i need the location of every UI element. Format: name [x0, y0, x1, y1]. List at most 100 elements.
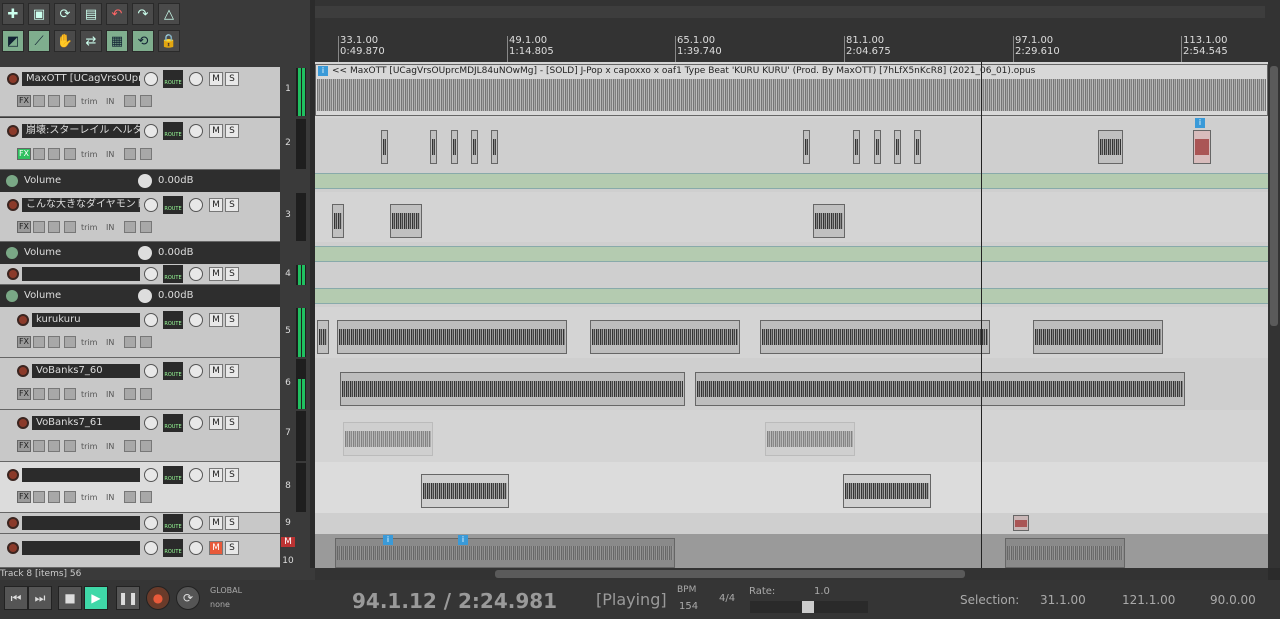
route-button[interactable]: ROUTE	[163, 70, 183, 88]
mute-button[interactable]: M	[209, 541, 223, 555]
audio-item[interactable]	[914, 130, 921, 164]
mute-button[interactable]: M	[209, 516, 223, 530]
input-label[interactable]: IN	[106, 390, 114, 399]
fx-bypass-icon[interactable]	[33, 388, 45, 400]
track-name[interactable]	[22, 541, 140, 555]
rate-slider-thumb[interactable]	[802, 601, 814, 613]
envelope-knob[interactable]	[138, 174, 152, 188]
snap-icon[interactable]: ◩	[2, 30, 24, 52]
track-7[interactable]: VoBanks7_61 ROUTE M S FX trim IN	[0, 410, 280, 462]
pan-knob[interactable]	[189, 516, 203, 530]
mute-button[interactable]: M	[209, 364, 223, 378]
item-info-icon[interactable]: i	[318, 66, 328, 76]
repeat-toggle-icon[interactable]: ⟳	[176, 586, 200, 610]
volume-knob[interactable]	[144, 72, 158, 86]
track-8[interactable]: ROUTE M S FX trim IN	[0, 462, 280, 513]
solo-button[interactable]: S	[225, 541, 239, 555]
envelope-lane-track-2[interactable]	[315, 173, 1268, 189]
solo-button[interactable]: S	[225, 364, 239, 378]
solo-button[interactable]: S	[225, 416, 239, 430]
audio-item[interactable]	[471, 130, 478, 164]
fx-bypass-icon[interactable]	[33, 491, 45, 503]
metronome-icon[interactable]: △	[158, 3, 180, 25]
envelope-mode-icon[interactable]	[64, 491, 76, 503]
solo-button[interactable]: S	[225, 72, 239, 86]
track-name[interactable]	[22, 468, 140, 482]
audio-item[interactable]	[451, 130, 458, 164]
rate-slider[interactable]	[750, 601, 868, 613]
pan-knob[interactable]	[189, 541, 203, 555]
pan-knob[interactable]	[189, 313, 203, 327]
envelope-mode-icon[interactable]	[64, 336, 76, 348]
go-to-end-icon[interactable]: ⏭	[28, 586, 52, 610]
time-signature[interactable]: 4/4	[719, 593, 735, 604]
arrange-view[interactable]: i << MaxOTT [UCagVrsOUprcMDJL84uNOwMg] -…	[315, 62, 1268, 568]
mute-button[interactable]: M	[209, 313, 223, 327]
envelope-mode-icon[interactable]	[64, 148, 76, 160]
track-name[interactable]: VoBanks7_60	[32, 364, 140, 378]
route-button[interactable]: ROUTE	[163, 196, 183, 214]
envelope-knob[interactable]	[138, 246, 152, 260]
vertical-scrollbar[interactable]	[1268, 62, 1280, 568]
route-button[interactable]: ROUTE	[163, 122, 183, 140]
audio-item[interactable]	[803, 130, 810, 164]
pan-knob[interactable]	[189, 72, 203, 86]
input-label[interactable]: IN	[106, 442, 114, 451]
ripple-icon[interactable]: ⟋	[28, 30, 50, 52]
envelope-active-icon[interactable]	[6, 175, 18, 187]
record-arm-button[interactable]	[7, 199, 19, 211]
audio-item[interactable]	[590, 320, 740, 354]
audio-item[interactable]	[695, 372, 1185, 406]
input-arrow-icon[interactable]	[124, 221, 136, 233]
audio-item[interactable]	[340, 372, 685, 406]
phase-icon[interactable]	[48, 491, 60, 503]
track-name[interactable]: kurukuru	[32, 313, 140, 327]
fx-button[interactable]: FX	[17, 148, 31, 160]
new-project-icon[interactable]: ✚	[2, 3, 24, 25]
envelope-knob[interactable]	[138, 289, 152, 303]
solo-button[interactable]: S	[225, 198, 239, 212]
horizontal-scroll-thumb[interactable]	[495, 570, 965, 578]
fx-button[interactable]: FX	[17, 336, 31, 348]
timeline-ruler[interactable]: 33.1.00 0:49.870 49.1.00 1:14.805 65.1.00 1…	[315, 0, 1280, 62]
open-project-icon[interactable]: ▣	[28, 3, 50, 25]
lane-track-3[interactable]	[315, 192, 1268, 242]
volume-knob[interactable]	[144, 364, 158, 378]
input-label[interactable]: IN	[106, 338, 114, 347]
fx-bypass-icon[interactable]	[33, 440, 45, 452]
audio-item[interactable]	[381, 130, 388, 164]
audio-item[interactable]	[894, 130, 901, 164]
pause-icon[interactable]: ❚❚	[116, 586, 140, 610]
audio-item[interactable]	[1033, 320, 1163, 354]
fx-bypass-icon[interactable]	[33, 336, 45, 348]
phase-icon[interactable]	[48, 95, 60, 107]
horizontal-scrollbar[interactable]	[315, 568, 1268, 580]
monitor-icon[interactable]	[140, 336, 152, 348]
solo-button[interactable]: S	[225, 313, 239, 327]
audio-item-main[interactable]: i << MaxOTT [UCagVrsOUprcMDJL84uNOwMg] -…	[315, 64, 1268, 116]
envelope-mode-icon[interactable]	[64, 440, 76, 452]
input-label[interactable]: IN	[106, 223, 114, 232]
track-9[interactable]: ROUTE M S	[0, 513, 280, 534]
audio-item[interactable]	[874, 130, 881, 164]
volume-knob[interactable]	[144, 541, 158, 555]
mute-button[interactable]: M	[209, 198, 223, 212]
monitor-icon[interactable]	[140, 148, 152, 160]
track-4[interactable]: ROUTE M S	[0, 264, 280, 285]
fx-button[interactable]: FX	[17, 491, 31, 503]
fx-button[interactable]: FX	[17, 95, 31, 107]
phase-icon[interactable]	[48, 221, 60, 233]
fx-button[interactable]: FX	[17, 221, 31, 233]
fx-bypass-icon[interactable]	[33, 148, 45, 160]
input-arrow-icon[interactable]	[124, 440, 136, 452]
item-info-icon[interactable]: i	[383, 535, 393, 545]
route-button[interactable]: ROUTE	[163, 414, 183, 432]
audio-item[interactable]	[1005, 538, 1125, 568]
lock-icon[interactable]: 🔒	[158, 30, 180, 52]
audio-item[interactable]	[332, 204, 344, 238]
envelope-lane-track-3[interactable]	[315, 246, 1268, 262]
audio-item[interactable]	[430, 130, 437, 164]
item-info-icon[interactable]: i	[1195, 118, 1205, 128]
record-arm-button[interactable]	[7, 542, 19, 554]
envelope-lane-track-4[interactable]	[315, 288, 1268, 304]
